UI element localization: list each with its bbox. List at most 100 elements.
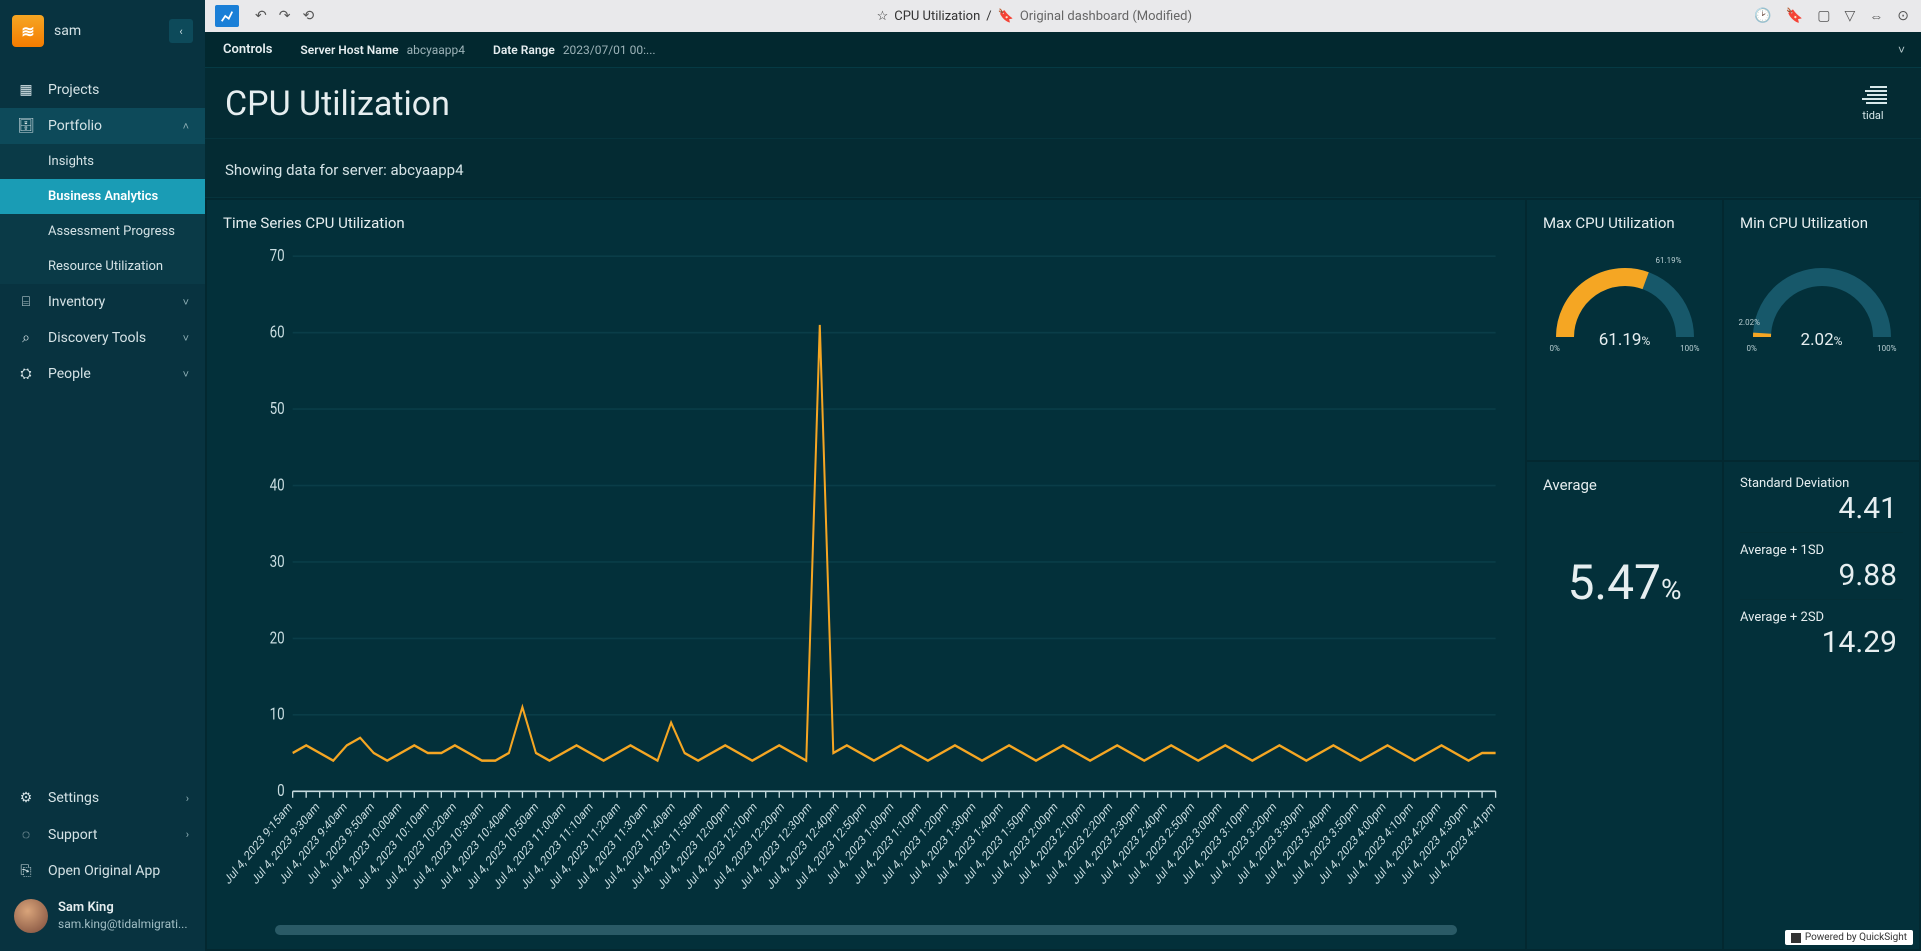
current-user-name: sam [54, 23, 81, 39]
main: ↶ ↷ ⟲ ☆ CPU Utilization / 🔖 Original das… [205, 0, 1921, 951]
gauge-current-label: 61.19% [1656, 256, 1682, 265]
gauge-value: 61.19% [1550, 330, 1700, 350]
chevron-down-icon: ˅ [183, 332, 189, 345]
sidebar-item-settings[interactable]: ⚙ Settings › [0, 780, 205, 816]
undo-icon[interactable]: ↶ [253, 6, 269, 26]
sidebar-item-open-original[interactable]: ⎘ Open Original App [0, 853, 205, 889]
tidal-brand: tidal [1851, 86, 1901, 122]
svg-text:70: 70 [270, 246, 285, 266]
control-key: Server Host Name [300, 43, 398, 57]
svg-text:60: 60 [270, 322, 285, 342]
sidebar-item-people[interactable]: ⛭ People ˅ [0, 356, 205, 392]
chart-scrollbar[interactable] [275, 925, 1457, 935]
sidebar-item-support[interactable]: ◌ Support › [0, 816, 205, 853]
page-title: CPU Utilization [225, 84, 450, 124]
user-email: sam.king@tidalmigrati... [58, 917, 187, 932]
refresh-icon[interactable]: ⟲ [300, 6, 316, 26]
gauge-value: 2.02% [1747, 330, 1897, 350]
sidebar-sub-resource-utilization[interactable]: Resource Utilization [0, 249, 205, 284]
controls-label: Controls [223, 42, 272, 57]
chevron-down-icon: ˅ [183, 368, 189, 381]
panel-title: Standard Deviation [1740, 476, 1903, 491]
control-key: Date Range [493, 43, 555, 57]
sidebar-item-label: Support [48, 827, 97, 843]
sidebar-sub-business-analytics[interactable]: Business Analytics [0, 179, 205, 214]
sidebar-item-label: People [48, 366, 91, 382]
subheader: Showing data for server: abcyaapp4 [205, 138, 1921, 198]
sidebar-nav: ▦ Projects 🗄 Portfolio ˄ Insights Busine… [0, 62, 205, 772]
breadcrumb-sep: / [986, 9, 991, 24]
scrollbar-thumb[interactable] [275, 925, 1457, 935]
average-panel: Average 5.47% [1527, 462, 1722, 949]
min-gauge: 2.02% 2.02% 0%100% [1740, 262, 1903, 353]
filter-icon[interactable]: ▽ [1842, 6, 1857, 27]
sidebar-item-label: Portfolio [48, 118, 102, 134]
control-server-host[interactable]: Server Host Name abcyaapp4 [300, 43, 465, 57]
sidebar-item-inventory[interactable]: ⌸ Inventory ˅ [0, 284, 205, 320]
sidebar-item-discovery-tools[interactable]: ⌕ Discovery Tools ˅ [0, 320, 205, 356]
user-icon[interactable]: ⊙ [1895, 6, 1911, 27]
sidebar: ≋ sam ‹ ▦ Projects 🗄 Portfolio ˄ Insight… [0, 0, 205, 951]
sidebar-footer: ⚙ Settings › ◌ Support › ⎘ Open Original… [0, 772, 205, 951]
panel-title: Average + 1SD [1740, 543, 1903, 558]
min-cpu-panel: Min CPU Utilization 2.02% 2.02% 0%100% [1724, 200, 1919, 460]
app-logo-icon: ≋ [12, 15, 44, 47]
sidebar-item-label: Inventory [48, 294, 105, 310]
sidebar-collapse-button[interactable]: ‹ [169, 19, 193, 43]
panel-title: Average + 2SD [1740, 610, 1903, 625]
star-icon[interactable]: ☆ [877, 9, 889, 24]
topbar-actions: 🕑 🔖 ▢ ▽ ⇔ ⊙ [1752, 6, 1911, 27]
bookmark-icon[interactable]: 🔖 [1784, 6, 1805, 27]
page-header: CPU Utilization tidal [205, 68, 1921, 128]
user-card[interactable]: Sam King sam.king@tidalmigrati... [0, 889, 205, 943]
controls-expand-icon[interactable]: ˅ [1898, 43, 1905, 57]
content-grid: Time Series CPU Utilization 010203040506… [205, 198, 1921, 951]
portfolio-icon: 🗄 [16, 118, 36, 134]
control-value: 2023/07/01 00:... [563, 43, 656, 57]
svg-text:10: 10 [270, 704, 285, 724]
chevron-up-icon: ˄ [183, 120, 189, 133]
clock-icon[interactable]: 🕑 [1752, 6, 1773, 27]
max-gauge: 61.19% 61.19% 0%100% [1543, 262, 1706, 353]
sd-value: 4.41 [1740, 491, 1903, 526]
svg-text:50: 50 [270, 399, 285, 419]
sidebar-item-label: Open Original App [48, 863, 160, 879]
quicksight-icon [1791, 933, 1801, 943]
dashboard-name[interactable]: Original dashboard (Modified) [1020, 9, 1192, 24]
topbar: ↶ ↷ ⟲ ☆ CPU Utilization / 🔖 Original das… [205, 0, 1921, 32]
sidebar-item-label: Discovery Tools [48, 330, 146, 346]
sidebar-item-label: Settings [48, 790, 99, 806]
std-panel: Standard Deviation 4.41 Average + 1SD 9.… [1724, 462, 1919, 949]
sidebar-item-projects[interactable]: ▦ Projects [0, 72, 205, 108]
user-full-name: Sam King [58, 900, 187, 916]
sidebar-sub-assessment-progress[interactable]: Assessment Progress [0, 214, 205, 249]
sidebar-item-portfolio[interactable]: 🗄 Portfolio ˄ [0, 108, 205, 144]
sidebar-sub-insights[interactable]: Insights [0, 144, 205, 179]
sidebar-item-label: Projects [48, 82, 99, 98]
panel-title: Time Series CPU Utilization [223, 214, 1509, 232]
search-icon: ⌕ [16, 330, 36, 346]
timeseries-chart[interactable]: 010203040506070Jul 4, 2023 9:15amJul 4, … [223, 240, 1509, 921]
tidal-logo-icon [1859, 86, 1887, 106]
chevron-down-icon: ˅ [183, 296, 189, 309]
projects-icon: ▦ [16, 82, 36, 98]
control-value: abcyaapp4 [407, 43, 465, 57]
external-link-icon: ⎘ [16, 863, 36, 879]
panel-title: Min CPU Utilization [1740, 214, 1903, 232]
redo-icon[interactable]: ↷ [277, 6, 293, 26]
app-logo-wrap: ≋ sam [12, 15, 81, 47]
fit-icon[interactable]: ⇔ [1867, 6, 1885, 27]
sheet-icon[interactable]: ▢ [1815, 6, 1832, 27]
user-info: Sam King sam.king@tidalmigrati... [58, 900, 187, 931]
svg-text:20: 20 [270, 628, 285, 648]
sidebar-header: ≋ sam ‹ [0, 0, 205, 62]
inventory-icon: ⌸ [16, 294, 36, 310]
a1sd-value: 9.88 [1740, 558, 1903, 593]
breadcrumb-main[interactable]: CPU Utilization [894, 9, 980, 24]
chevron-right-icon: › [186, 792, 189, 805]
brand-text: tidal [1862, 109, 1883, 122]
controls-bar: Controls Server Host Name abcyaapp4 Date… [205, 32, 1921, 68]
svg-text:0: 0 [277, 781, 285, 801]
control-date-range[interactable]: Date Range 2023/07/01 00:... [493, 43, 656, 57]
footer-text: Powered by QuickSight [1805, 932, 1907, 943]
